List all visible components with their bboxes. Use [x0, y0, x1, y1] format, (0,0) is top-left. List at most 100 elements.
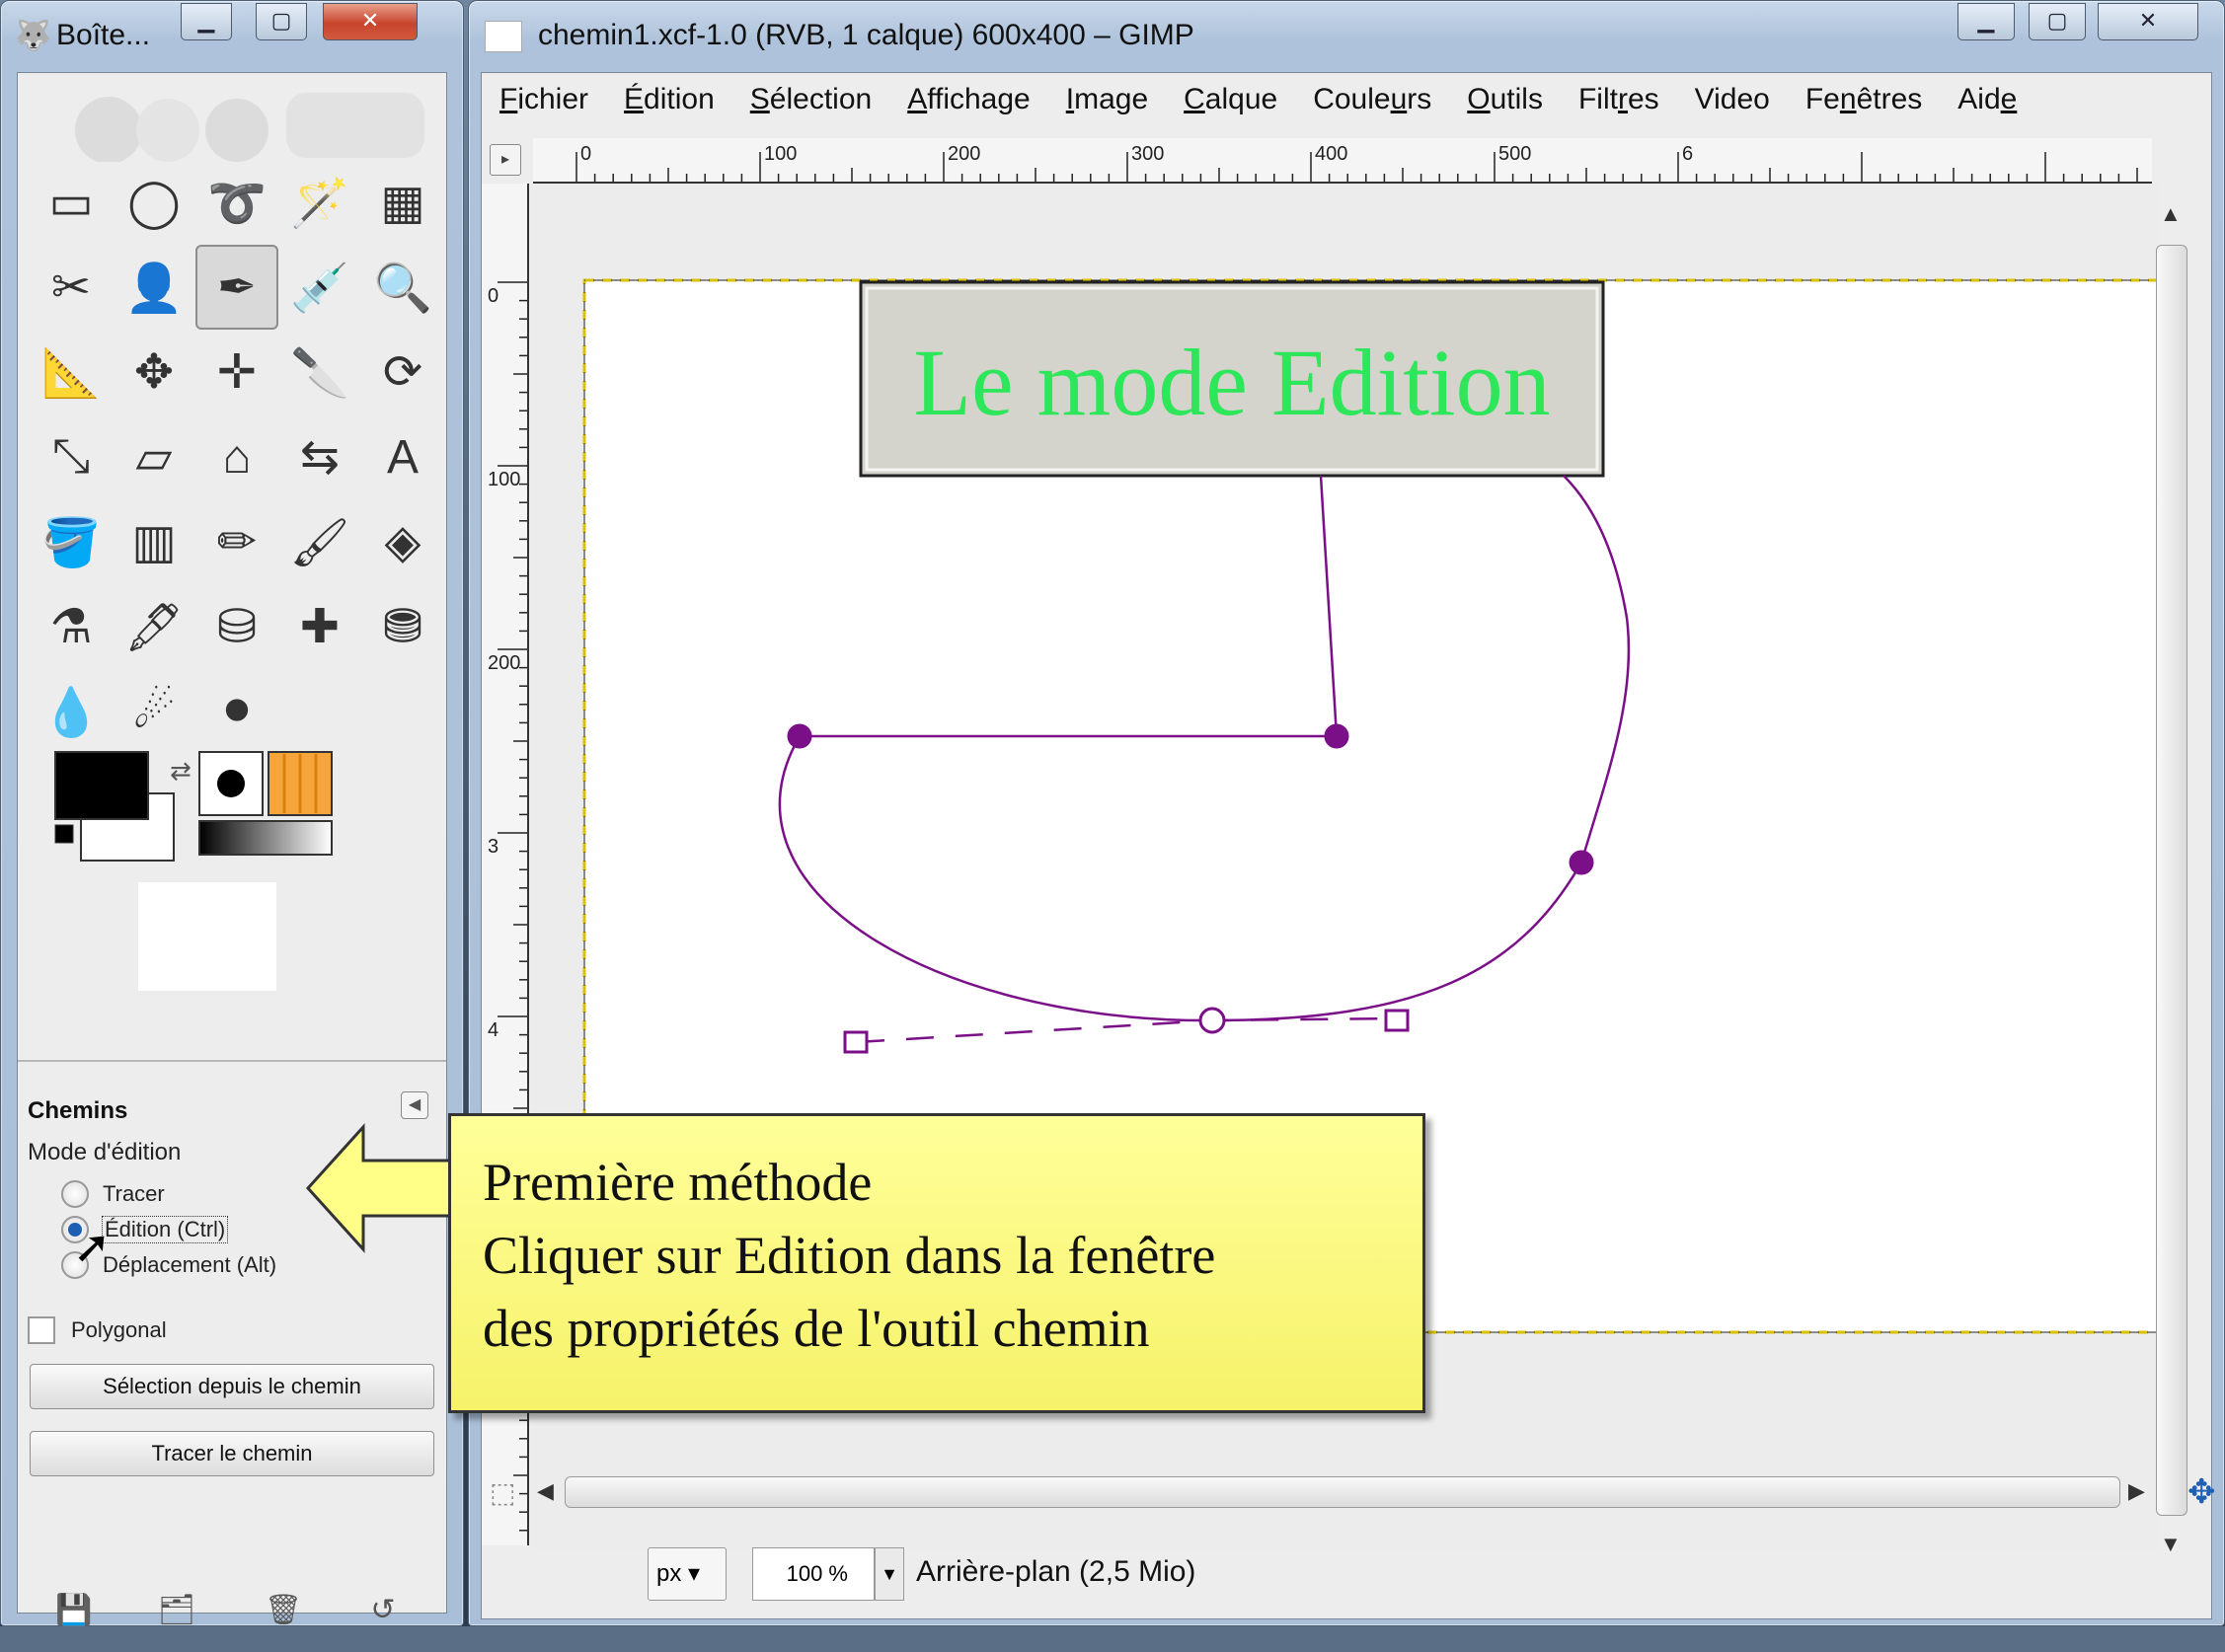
- ink-icon[interactable]: 🖋: [113, 584, 195, 669]
- callout-line-3: des propriétés de l'outil chemin: [483, 1299, 1150, 1358]
- menu-item-2[interactable]: Sélection: [732, 77, 889, 124]
- dodge-burn-icon[interactable]: ⚫: [195, 669, 278, 754]
- color-picker-icon[interactable]: 💉: [278, 245, 361, 330]
- menu-item-7[interactable]: Outils: [1449, 77, 1561, 124]
- edit-mode-label: Mode d'édition: [28, 1139, 182, 1165]
- horizontal-scroll-thumb[interactable]: [565, 1476, 2120, 1508]
- menu-item-10[interactable]: Fenêtres: [1788, 77, 1940, 124]
- scroll-up-arrow-icon[interactable]: ▲: [2160, 201, 2182, 227]
- callout-line-2: Cliquer sur Edition dans la fenêtre: [483, 1226, 1216, 1285]
- menu-item-3[interactable]: Affichage: [889, 77, 1048, 124]
- vertical-scrollbar[interactable]: ▲ ▼: [2152, 182, 2191, 1563]
- image-close-button[interactable]: ✕: [2098, 3, 2198, 40]
- pattern-indicator: [268, 751, 333, 816]
- bucket-fill-icon[interactable]: 🪣: [30, 499, 113, 584]
- scissors-icon[interactable]: ✂: [30, 245, 113, 330]
- hruler-label: 6: [1682, 143, 1693, 165]
- maximize-button[interactable]: ▢: [256, 3, 307, 40]
- perspective-clone-icon[interactable]: ⛃: [361, 584, 444, 669]
- mode-design-radio[interactable]: Tracer: [61, 1180, 165, 1208]
- ellipse-select-icon[interactable]: ◯: [113, 160, 195, 245]
- toolbox-titlebar[interactable]: 🐺 Boîte... ▁ ▢ ✕: [1, 1, 463, 72]
- eraser-icon[interactable]: ◈: [361, 499, 444, 584]
- callout-box: Première méthode Cliquer sur Edition dan…: [448, 1113, 1425, 1413]
- menu-item-11[interactable]: Aide: [1940, 77, 2034, 124]
- fuzzy-select-icon[interactable]: 🪄: [278, 160, 361, 245]
- move-icon[interactable]: ✥: [113, 330, 195, 414]
- clone-icon[interactable]: ⛁: [195, 584, 278, 669]
- gimp-icon: 🐺: [15, 20, 52, 52]
- status-bar: px ▾ 100 % ▼ Arrière-plan (2,5 Mio): [482, 1539, 2211, 1611]
- shear-icon[interactable]: ▱: [113, 414, 195, 499]
- menu-item-8[interactable]: Filtres: [1561, 77, 1677, 124]
- zoom-dropdown-icon[interactable]: ▼: [875, 1547, 904, 1601]
- scroll-right-arrow-icon[interactable]: ▶: [2128, 1478, 2145, 1504]
- stroke-path-button[interactable]: Tracer le chemin: [30, 1431, 434, 1476]
- polygonal-checkbox-row[interactable]: Polygonal: [28, 1316, 167, 1344]
- airbrush-icon[interactable]: ⚗: [30, 584, 113, 669]
- canvas-title-text: Le mode Edition: [913, 330, 1550, 435]
- measure-icon[interactable]: 📐: [30, 330, 113, 414]
- polygonal-checkbox[interactable]: [28, 1316, 55, 1344]
- reset-options-icon[interactable]: ↺: [365, 1593, 401, 1628]
- selection-from-path-button[interactable]: Sélection depuis le chemin: [30, 1364, 434, 1409]
- menu-item-5[interactable]: Calque: [1166, 77, 1295, 124]
- radio-design[interactable]: [61, 1180, 89, 1208]
- text-icon[interactable]: A: [361, 414, 444, 499]
- blend-icon[interactable]: ▥: [113, 499, 195, 584]
- polygonal-label: Polygonal: [71, 1317, 167, 1342]
- smudge-icon[interactable]: ☄: [113, 669, 195, 754]
- unit-value: px: [656, 1560, 682, 1587]
- toolbox-window: 🐺 Boîte... ▁ ▢ ✕ ▭ ◯ ➰ 🪄 ▦ ✂ 👤 ✒ 💉 🔍 📐 ✥ ✛ 🔪 ⟳ ⤡ ▱ ⌂ ⇆ A 🪣 ▥ ✏…: [0, 0, 464, 1626]
- menu-item-6[interactable]: Couleurs: [1295, 77, 1449, 124]
- quick-mask-menu-button[interactable]: ▸: [490, 144, 521, 176]
- restore-options-icon[interactable]: 🗂: [158, 1593, 195, 1628]
- gradient-indicator: [198, 820, 333, 856]
- horizontal-scrollbar[interactable]: ⬚ ◀ ▶ ✥: [490, 1472, 2216, 1512]
- rotate-icon[interactable]: ⟳: [361, 330, 444, 414]
- blur-icon[interactable]: 💧: [30, 669, 113, 754]
- lasso-icon[interactable]: ➰: [195, 160, 278, 245]
- menu-item-0[interactable]: Fichier: [482, 77, 606, 124]
- menu-item-4[interactable]: Image: [1048, 77, 1166, 124]
- menu-item-9[interactable]: Video: [1677, 77, 1788, 124]
- mouse-cursor-icon: ➚: [73, 1221, 112, 1272]
- brush-indicator: [217, 770, 245, 797]
- navigate-icon[interactable]: ⬚: [490, 1476, 515, 1509]
- minimize-button[interactable]: ▁: [181, 3, 232, 40]
- paths-icon[interactable]: ✒: [195, 245, 278, 330]
- tool-options-footer: 💾 🗂 🗑 ↺: [18, 1593, 446, 1652]
- collapse-icon[interactable]: ◀: [401, 1091, 428, 1119]
- delete-options-icon[interactable]: 🗑: [265, 1593, 302, 1628]
- flip-icon[interactable]: ⇆: [278, 414, 361, 499]
- navigation-move-icon[interactable]: ✥: [2187, 1472, 2216, 1512]
- heal-icon[interactable]: ✚: [278, 584, 361, 669]
- zoom-icon[interactable]: 🔍: [361, 245, 444, 330]
- select-by-color-icon[interactable]: ▦: [361, 160, 444, 245]
- vruler-label: 0: [488, 285, 499, 307]
- perspective-icon[interactable]: ⌂: [195, 414, 278, 499]
- align-icon[interactable]: ✛: [195, 330, 278, 414]
- foreground-color-swatch: [54, 751, 149, 820]
- zoom-input[interactable]: 100 %: [752, 1547, 875, 1601]
- image-maximize-button[interactable]: ▢: [2029, 3, 2086, 40]
- rect-select-icon[interactable]: ▭: [30, 160, 113, 245]
- toolbox-title: Boîte...: [56, 19, 151, 51]
- unit-select[interactable]: px ▾: [648, 1547, 727, 1601]
- document-icon: [485, 21, 522, 52]
- close-button[interactable]: ✕: [323, 3, 418, 40]
- save-options-icon[interactable]: 💾: [55, 1593, 92, 1628]
- horizontal-ruler[interactable]: 0 100 200 300 400 500 6: [533, 138, 2152, 184]
- mode-edit-label: Édition (Ctrl): [101, 1216, 229, 1243]
- menu-item-1[interactable]: Édition: [606, 77, 732, 124]
- pencil-icon[interactable]: ✏: [195, 499, 278, 584]
- vertical-scroll-thumb[interactable]: [2156, 245, 2187, 1516]
- paintbrush-icon[interactable]: 🖌: [278, 499, 361, 584]
- image-titlebar[interactable]: chemin1.xcf-1.0 (RVB, 1 calque) 600x400 …: [469, 1, 2224, 72]
- scroll-left-arrow-icon[interactable]: ◀: [537, 1478, 554, 1504]
- image-minimize-button[interactable]: ▁: [1957, 3, 2015, 40]
- scale-icon[interactable]: ⤡: [30, 414, 113, 499]
- crop-icon[interactable]: 🔪: [278, 330, 361, 414]
- vruler-label: 3: [488, 836, 499, 858]
- foreground-select-icon[interactable]: 👤: [113, 245, 195, 330]
